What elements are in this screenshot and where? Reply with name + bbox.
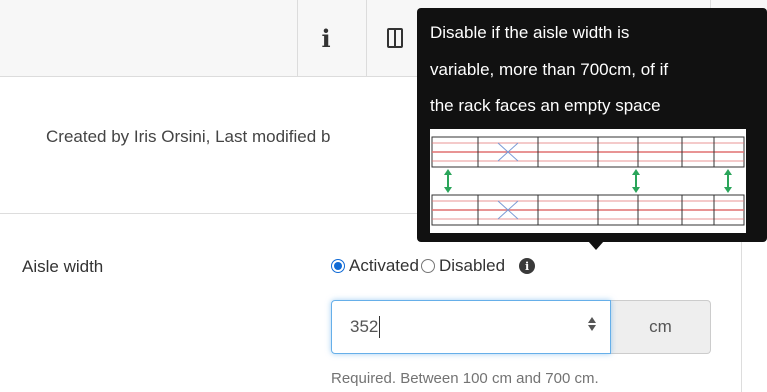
unit-addon: cm xyxy=(611,300,711,354)
aisle-diagram-image xyxy=(430,129,746,233)
number-spinner[interactable] xyxy=(588,317,596,331)
tooltip-line-2: variable, more than 700cm, of if xyxy=(430,60,669,79)
spinner-down-icon[interactable] xyxy=(588,325,596,331)
activated-radio-label[interactable]: Activated xyxy=(349,256,419,276)
aisle-width-label: Aisle width xyxy=(22,257,104,276)
disabled-radio-label[interactable]: Disabled xyxy=(439,256,505,276)
created-modified-text: Created by Iris Orsini, Last modified b xyxy=(46,127,331,146)
info-button[interactable]: i xyxy=(297,0,354,76)
aisle-width-tooltip: Disable if the aisle width is variable, … xyxy=(417,8,767,242)
spinner-up-icon[interactable] xyxy=(588,317,596,323)
aisle-width-value: 352 xyxy=(350,317,379,336)
info-icon: i xyxy=(321,23,331,53)
columns-button[interactable] xyxy=(366,0,423,76)
text-caret xyxy=(379,316,381,338)
tooltip-arrow xyxy=(588,241,604,250)
columns-icon xyxy=(387,28,403,48)
info-circle-icon[interactable]: i xyxy=(519,258,536,274)
disabled-radio[interactable] xyxy=(420,259,435,273)
activated-radio[interactable] xyxy=(331,259,345,273)
aisle-width-toggle: Activated Disabled i xyxy=(331,256,536,276)
aisle-width-input[interactable]: 352 xyxy=(331,300,611,354)
aisle-width-input-group: 352 cm xyxy=(331,300,711,354)
tooltip-line-3: the rack faces an empty space xyxy=(430,96,661,115)
rack-layout-diagram xyxy=(431,136,745,226)
aisle-width-help: Required. Between 100 cm and 700 cm. xyxy=(331,370,599,387)
tooltip-line-1: Disable if the aisle width is xyxy=(430,23,630,42)
